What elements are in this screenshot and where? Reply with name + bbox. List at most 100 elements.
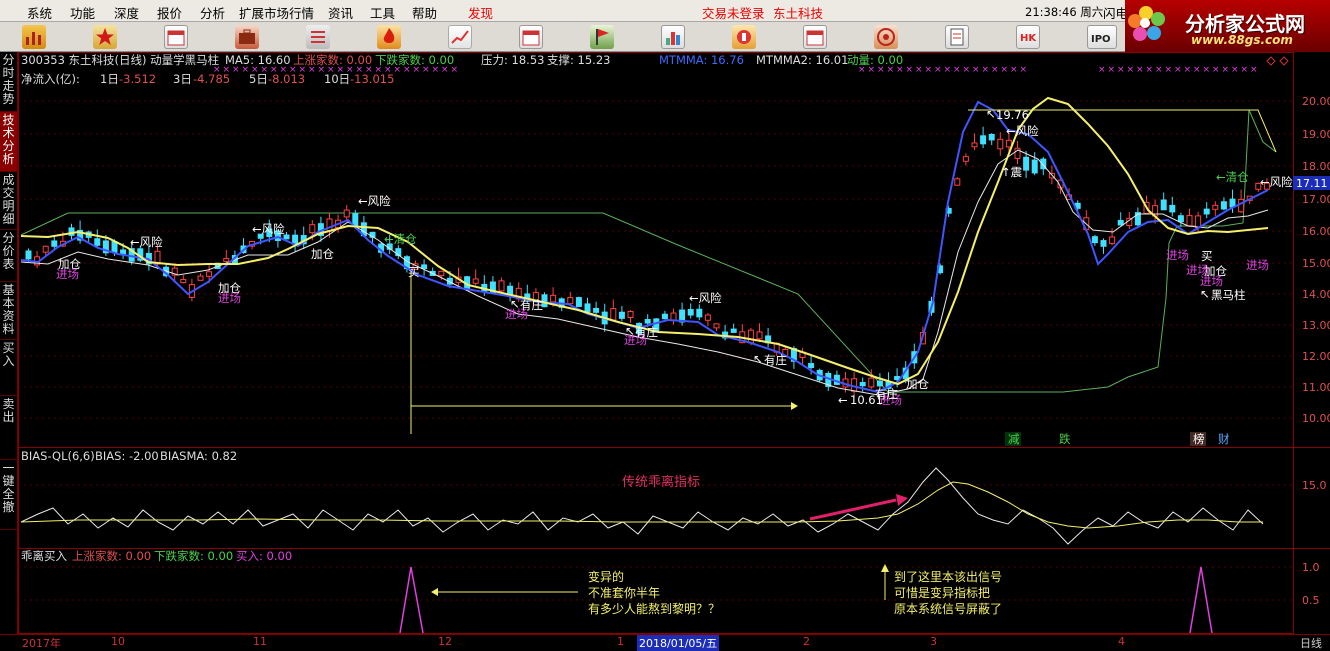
trend-icon[interactable]: [448, 25, 472, 49]
calendar-icon[interactable]: [803, 25, 827, 49]
ranking-icon[interactable]: [661, 25, 685, 49]
candle-body: [472, 278, 479, 284]
star-icon[interactable]: [93, 25, 117, 49]
signal-x-marker: ×: [1136, 65, 1144, 75]
svg-text:20.00: 20.00: [1302, 95, 1330, 108]
signal-x-marker: ×: [887, 65, 895, 75]
candle-body: [868, 377, 875, 388]
svg-text:买: 买: [1201, 249, 1213, 263]
current-price: 17.11: [1296, 177, 1328, 190]
candle-body: [988, 133, 995, 141]
signal-x-marker: ×: [422, 65, 430, 75]
high-price-mark: 19.76: [996, 108, 1029, 122]
menu-info[interactable]: 资讯: [328, 3, 353, 22]
svg-text:10.00: 10.00: [1302, 412, 1330, 425]
candle-body: [704, 314, 711, 321]
candle-body: [498, 280, 505, 292]
news-icon[interactable]: [732, 25, 756, 49]
menu-analysis[interactable]: 分析: [200, 3, 225, 22]
calendar-icon[interactable]: [519, 25, 543, 49]
tab-trade-details[interactable]: 成交明细: [0, 172, 17, 230]
svg-text:↖: ↖: [753, 352, 763, 366]
signal-x-marker: ×: [1146, 65, 1154, 75]
bias-value: BIAS: -2.00: [95, 449, 159, 463]
signal-x-marker: ×: [270, 65, 278, 75]
target-icon[interactable]: [874, 25, 898, 49]
fire-icon[interactable]: [377, 25, 401, 49]
menu-extended-market[interactable]: 扩展市场行情: [239, 3, 314, 22]
tab-price-table[interactable]: 分价表: [0, 230, 17, 282]
menu-system[interactable]: 系统: [27, 3, 52, 22]
flag-icon[interactable]: [590, 25, 614, 49]
menu-tools[interactable]: 工具: [370, 3, 395, 22]
signal-x-marker: ×: [318, 65, 326, 75]
candle-body: [627, 311, 634, 318]
event-tags: 减 跌 榜 财: [1005, 432, 1230, 446]
signal-x-marker: ×: [934, 65, 942, 75]
svg-text:买: 买: [408, 265, 420, 279]
candle-body: [1177, 215, 1184, 223]
tab-buy[interactable]: 买入: [0, 340, 17, 396]
hk-icon[interactable]: HK: [1016, 25, 1040, 49]
signal-x-marker: ×: [232, 65, 240, 75]
candle-body: [1109, 236, 1116, 245]
list-icon[interactable]: [306, 25, 330, 49]
chart-icon[interactable]: [22, 25, 46, 49]
signal-x-marker: ×: [261, 65, 269, 75]
scroll-up-icon[interactable]: [1266, 56, 1276, 66]
svg-text:进场: 进场: [1200, 274, 1223, 288]
candle-body: [206, 271, 213, 277]
signal-x-marker: ×: [1203, 65, 1211, 75]
candle-body: [421, 264, 428, 270]
candle-body: [51, 240, 58, 247]
signal-x-marker: ×: [1184, 65, 1192, 75]
scroll-down-icon[interactable]: [1279, 56, 1289, 66]
bias-axis: 15.0: [1302, 479, 1327, 492]
document-icon[interactable]: [945, 25, 969, 49]
svg-text:←: ←: [838, 393, 848, 407]
calendar-icon[interactable]: [164, 25, 188, 49]
candle-body: [696, 308, 703, 318]
tab-cancel-all[interactable]: 一键全撤: [0, 460, 17, 530]
menu-function[interactable]: 功能: [70, 3, 95, 22]
signal-x-marker: ×: [346, 65, 354, 75]
svg-text:←风险: ←风险: [130, 235, 163, 249]
svg-text:←清仓: ←清仓: [1216, 170, 1249, 184]
candle-body: [1091, 236, 1098, 244]
signal-x-marker: ×: [953, 65, 961, 75]
signal-x-marker: ×: [299, 65, 307, 75]
svg-text:17.00: 17.00: [1302, 193, 1330, 206]
svg-text:进场: 进场: [1166, 248, 1189, 262]
svg-text:11.00: 11.00: [1302, 381, 1330, 394]
tab-intraday[interactable]: 分时走势: [0, 52, 17, 112]
tab-basic-info[interactable]: 基本资料: [0, 282, 17, 340]
buy-note-right: 到了这里本该出信号 可惜是变异指标把 原本系统信号屏蔽了: [894, 569, 1002, 616]
arrow-right-icon: [791, 402, 798, 410]
svg-text:加仓: 加仓: [311, 247, 334, 261]
buy-up-count: 上涨家数: 0.00: [72, 549, 151, 563]
tab-sell[interactable]: 卖出: [0, 396, 17, 460]
svg-text:3日: 3日: [173, 72, 192, 86]
signal-x-marker: ×: [963, 65, 971, 75]
signal-x-marker: ×: [868, 65, 876, 75]
candle-body: [618, 311, 625, 319]
menu-discover[interactable]: 发现: [468, 3, 493, 22]
menu-quote[interactable]: 报价: [157, 3, 182, 22]
buy-value: 买入: 0.00: [236, 549, 292, 563]
candle-body: [111, 241, 118, 253]
kline-chart[interactable]: 300353 东土科技(日线) 动量学黑马柱 MA5: 16.60 上涨家数: …: [18, 52, 1330, 634]
candle-body: [962, 156, 969, 162]
ipo-icon[interactable]: IPO: [1087, 25, 1117, 49]
svg-text:IPO: IPO: [1091, 34, 1111, 45]
signal-x-marker: ×: [337, 65, 345, 75]
tab-technical-analysis[interactable]: 技术分析: [0, 112, 17, 172]
svg-text:←风险: ←风险: [689, 291, 722, 305]
trade-status[interactable]: 交易未登录: [702, 3, 765, 22]
candle-body: [610, 308, 617, 321]
menu-help[interactable]: 帮助: [412, 3, 437, 22]
svg-text:12.00: 12.00: [1302, 350, 1330, 363]
menu-depth[interactable]: 深度: [114, 3, 139, 22]
briefcase-icon[interactable]: [235, 25, 259, 49]
signal-x-marker: ×: [432, 65, 440, 75]
candle-body: [1005, 139, 1012, 148]
